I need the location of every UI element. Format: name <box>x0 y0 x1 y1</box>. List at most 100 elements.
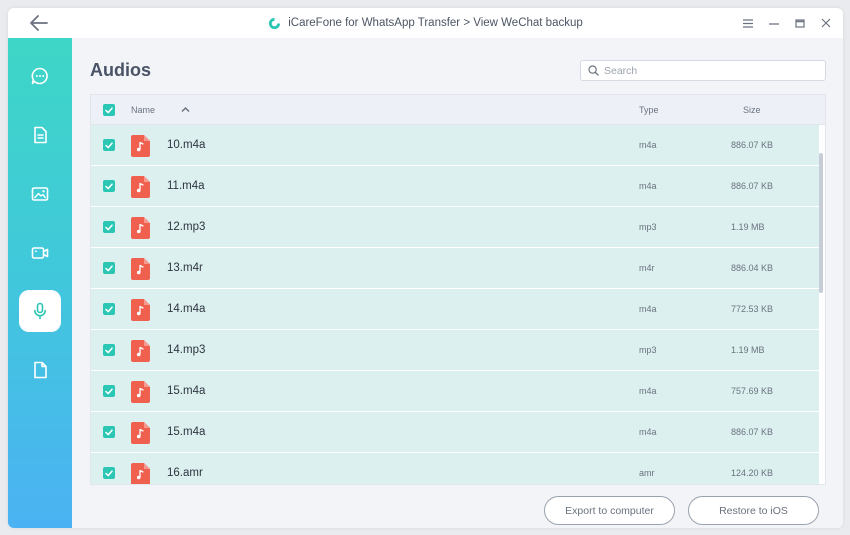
microphone-icon <box>34 302 46 320</box>
app-window: iCareFone for WhatsApp Transfer > View W… <box>8 8 843 528</box>
file-name: 14.mp3 <box>167 344 206 356</box>
column-header-size[interactable]: Size <box>743 95 761 125</box>
table-row[interactable]: 14.m4a m4a 772.53 KB <box>91 289 819 330</box>
audio-file-icon <box>131 340 150 362</box>
sidebar-item-photos[interactable] <box>19 173 61 215</box>
sidebar-item-documents[interactable] <box>19 114 61 156</box>
menu-button[interactable] <box>739 13 757 33</box>
audio-file-icon <box>131 135 150 157</box>
sidebar <box>8 38 72 528</box>
file-name: 16.amr <box>167 467 203 479</box>
main-panel: Audios Name Type Size 10.m4a m4a 886.07 KB… <box>72 38 843 528</box>
minimize-icon <box>769 22 779 25</box>
file-name: 12.mp3 <box>167 221 206 233</box>
restore-to-ios-button[interactable]: Restore to iOS <box>688 496 819 525</box>
row-checkbox[interactable] <box>103 467 115 479</box>
audio-file-icon <box>131 381 150 403</box>
scrollbar-track[interactable] <box>817 125 825 484</box>
file-name: 11.m4a <box>167 180 205 192</box>
file-size: 757.69 KB <box>731 386 774 396</box>
row-checkbox[interactable] <box>103 221 115 233</box>
check-icon <box>105 141 113 148</box>
check-icon <box>105 264 113 271</box>
check-icon <box>105 223 113 230</box>
file-type: m4a <box>639 427 657 437</box>
sort-ascending-icon[interactable] <box>181 106 190 113</box>
audio-file-icon <box>131 217 150 239</box>
file-size: 886.04 KB <box>731 263 774 273</box>
file-size: 772.53 KB <box>731 304 774 314</box>
row-checkbox[interactable] <box>103 426 115 438</box>
row-checkbox[interactable] <box>103 303 115 315</box>
row-checkbox[interactable] <box>103 262 115 274</box>
table-body: 10.m4a m4a 886.07 KB 11.m4a m4a 886.07 KB 12.m… <box>91 125 819 484</box>
check-icon <box>105 106 113 113</box>
file-type: amr <box>639 468 655 478</box>
file-size: 886.07 KB <box>731 140 774 150</box>
audio-file-icon <box>131 422 150 444</box>
file-icon <box>34 361 47 379</box>
search-box[interactable] <box>580 60 826 81</box>
window-title: iCareFone for WhatsApp Transfer > View W… <box>288 17 583 29</box>
window-controls <box>739 13 835 33</box>
column-header-type[interactable]: Type <box>639 95 659 125</box>
file-size: 886.07 KB <box>731 181 774 191</box>
table-row[interactable]: 15.m4a m4a 757.69 KB <box>91 371 819 412</box>
audio-file-icon <box>131 463 150 484</box>
select-all-checkbox[interactable] <box>103 104 115 116</box>
title-bar: iCareFone for WhatsApp Transfer > View W… <box>8 8 843 38</box>
audio-file-icon <box>131 299 150 321</box>
file-type: m4a <box>639 140 657 150</box>
file-type: mp3 <box>639 222 657 232</box>
scrollbar-thumb[interactable] <box>819 153 823 293</box>
table-row[interactable]: 13.m4r m4r 886.04 KB <box>91 248 819 289</box>
file-size: 886.07 KB <box>731 427 774 437</box>
sidebar-item-audios[interactable] <box>19 290 61 332</box>
table-row[interactable]: 10.m4a m4a 886.07 KB <box>91 125 819 166</box>
close-icon <box>821 18 831 28</box>
sidebar-item-videos[interactable] <box>19 232 61 274</box>
column-header-name[interactable]: Name <box>131 95 155 125</box>
minimize-button[interactable] <box>765 13 783 33</box>
audio-file-icon <box>131 176 150 198</box>
file-name: 13.m4r <box>167 262 203 274</box>
menu-icon <box>743 18 753 28</box>
file-name: 15.m4a <box>167 426 206 438</box>
table-row[interactable]: 11.m4a m4a 886.07 KB <box>91 166 819 207</box>
check-icon <box>105 182 113 189</box>
file-name: 10.m4a <box>167 139 206 151</box>
table-row[interactable]: 15.m4a m4a 886.07 KB <box>91 412 819 453</box>
search-icon <box>588 65 599 76</box>
export-to-computer-button[interactable]: Export to computer <box>544 496 675 525</box>
file-size: 1.19 MB <box>731 345 765 355</box>
table-header: Name Type Size <box>91 95 825 125</box>
row-checkbox[interactable] <box>103 385 115 397</box>
table-row[interactable]: 16.amr amr 124.20 KB <box>91 453 819 484</box>
row-checkbox[interactable] <box>103 344 115 356</box>
video-icon <box>31 247 49 259</box>
image-icon <box>31 187 49 201</box>
maximize-button[interactable] <box>791 13 809 33</box>
page-title: Audios <box>90 60 151 80</box>
sidebar-item-messages[interactable] <box>19 55 61 97</box>
app-logo-icon <box>269 17 281 29</box>
sidebar-item-files[interactable] <box>19 349 61 391</box>
file-name: 15.m4a <box>167 385 206 397</box>
search-input[interactable] <box>604 64 814 77</box>
close-button[interactable] <box>817 13 835 33</box>
file-size: 1.19 MB <box>731 222 765 232</box>
window-title-group: iCareFone for WhatsApp Transfer > View W… <box>8 8 843 38</box>
row-checkbox[interactable] <box>103 180 115 192</box>
check-icon <box>105 469 113 476</box>
check-icon <box>105 387 113 394</box>
audio-table: Name Type Size 10.m4a m4a 886.07 KB 11.m4a m… <box>90 94 826 485</box>
file-type: m4a <box>639 304 657 314</box>
file-name: 14.m4a <box>167 303 206 315</box>
file-type: m4r <box>639 263 655 273</box>
file-type: mp3 <box>639 345 657 355</box>
table-row[interactable]: 12.mp3 mp3 1.19 MB <box>91 207 819 248</box>
check-icon <box>105 305 113 312</box>
row-checkbox[interactable] <box>103 139 115 151</box>
document-icon <box>34 126 47 144</box>
table-row[interactable]: 14.mp3 mp3 1.19 MB <box>91 330 819 371</box>
